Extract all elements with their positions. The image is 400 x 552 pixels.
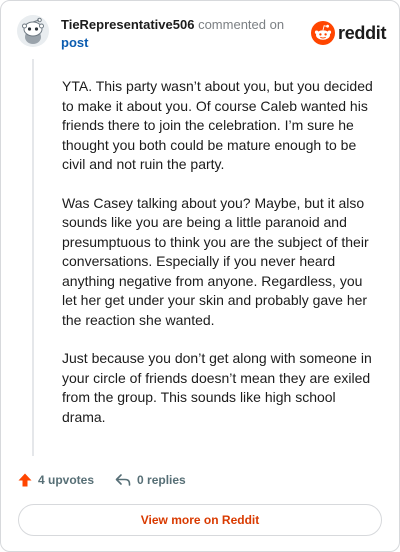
comment-paragraph: Was Casey talking about you? Maybe, but …: [62, 194, 369, 328]
replies-button[interactable]: 0 replies: [114, 472, 186, 488]
reddit-logo-icon: [311, 21, 335, 45]
thread-line: [32, 59, 34, 456]
avatar[interactable]: [17, 15, 49, 47]
comment-body: YTA. This party wasn’t about you, but yo…: [62, 77, 378, 446]
comment-meta: TieRepresentative506 commented on post: [61, 16, 301, 52]
embedded-comment-card: TieRepresentative506 commented on post r…: [0, 0, 400, 552]
upvote-button[interactable]: 4 upvotes: [17, 472, 94, 488]
author-username[interactable]: TieRepresentative506: [61, 17, 194, 32]
view-more-button[interactable]: View more on Reddit: [18, 504, 382, 536]
upvote-count: 4 upvotes: [38, 473, 95, 487]
reply-count: 0 replies: [137, 473, 186, 487]
upvote-arrow-icon: [18, 473, 32, 487]
comment-paragraph: Just because you don’t get along with so…: [62, 350, 372, 425]
reddit-logo[interactable]: reddit: [311, 21, 387, 45]
comment-header: TieRepresentative506 commented on post r…: [1, 1, 399, 61]
post-link[interactable]: post: [61, 34, 301, 52]
snoo-avatar-icon: [17, 15, 49, 47]
reply-arrow-icon: [115, 474, 131, 486]
reddit-wordmark: reddit: [338, 22, 387, 43]
commented-on-text: commented on: [198, 17, 285, 32]
comment-actions: 4 upvotes 0 replies: [17, 469, 317, 491]
comment-paragraph: YTA. This party wasn’t about you, but yo…: [62, 78, 373, 172]
